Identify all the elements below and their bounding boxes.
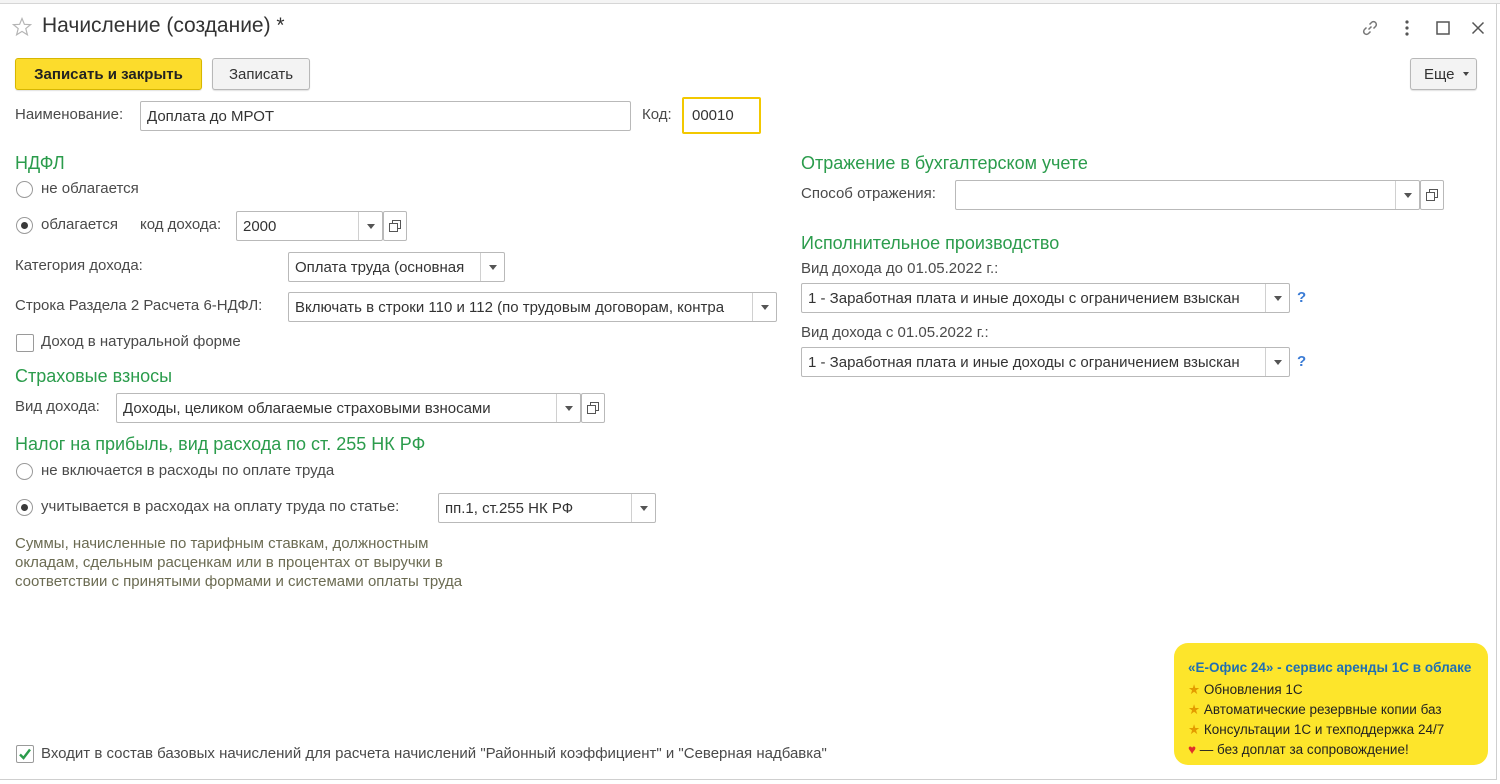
natural-form-checkbox[interactable] <box>16 334 34 352</box>
heart-icon: ♥ <box>1188 742 1197 757</box>
profit-hint-line-2: окладам, сдельным расценкам или в процен… <box>15 554 443 571</box>
section2-line-dropdown[interactable] <box>752 293 776 321</box>
profit-hint-line-1: Суммы, начисленные по тарифным ставкам, … <box>15 535 429 552</box>
star-icon: ★ <box>1188 702 1201 717</box>
promo-banner[interactable]: «Е-Офис 24» - сервис аренды 1С в облаке … <box>1174 643 1488 765</box>
income-code-open-button[interactable] <box>383 211 407 241</box>
income-category-select[interactable]: Оплата труда (основная <box>288 252 505 282</box>
chevron-down-icon <box>1462 72 1469 76</box>
section2-line-value: Включать в строки 110 и 112 (по трудовым… <box>295 298 725 316</box>
chevron-down-icon <box>564 405 573 411</box>
open-form-icon <box>587 402 599 414</box>
chevron-down-icon <box>1273 295 1282 301</box>
income-category-dropdown[interactable] <box>480 253 504 281</box>
income-category-value: Оплата труда (основная <box>295 258 465 276</box>
base-accruals-checkbox[interactable] <box>16 745 34 763</box>
ndfl-not-taxed-radio[interactable] <box>16 181 33 198</box>
enforcement-after-dropdown[interactable] <box>1265 348 1289 376</box>
chevron-down-icon <box>488 264 497 270</box>
save-button[interactable]: Записать <box>212 58 310 90</box>
income-code-dropdown[interactable] <box>358 212 382 240</box>
ndfl-taxed-label[interactable]: облагается <box>41 216 118 233</box>
star-icon: ★ <box>1188 682 1201 697</box>
chevron-down-icon <box>366 223 375 229</box>
name-value: Доплата до МРОТ <box>147 107 275 125</box>
promo-headline: «Е-Офис 24» - сервис аренды 1С в облаке <box>1188 660 1472 675</box>
close-icon[interactable] <box>1467 17 1489 39</box>
ndfl-taxed-radio[interactable] <box>16 217 33 234</box>
income-category-label: Категория дохода: <box>15 257 143 274</box>
insurance-income-type-open-button[interactable] <box>581 393 605 423</box>
natural-form-label[interactable]: Доход в натуральной форме <box>41 333 241 350</box>
checkmark-icon <box>19 748 31 760</box>
insurance-income-type-value: Доходы, целиком облагаемые страховыми вз… <box>123 399 491 417</box>
favorite-star-icon[interactable] <box>11 16 33 37</box>
accounting-section-title: Отражение в бухгалтерском учете <box>801 153 1088 173</box>
code-field[interactable]: 00010 <box>682 97 761 134</box>
income-code-field[interactable]: 2000 <box>236 211 383 241</box>
promo-item-3-text: Консультации 1С и техподдержка 24/7 <box>1203 722 1445 737</box>
accounting-method-field[interactable] <box>955 180 1420 210</box>
income-code-label: код дохода: <box>140 216 222 233</box>
save-and-close-button[interactable]: Записать и закрыть <box>15 58 202 90</box>
enforcement-before-label: Вид дохода до 01.05.2022 г.: <box>801 260 999 277</box>
enforcement-after-value: 1 - Заработная плата и иные доходы с огр… <box>808 353 1240 371</box>
promo-item-1-text: Обновления 1С <box>1203 682 1303 697</box>
name-label: Наименование: <box>15 106 124 123</box>
enforcement-before-select[interactable]: 1 - Заработная плата и иные доходы с огр… <box>801 283 1290 313</box>
enforcement-after-select[interactable]: 1 - Заработная плата и иные доходы с огр… <box>801 347 1290 377</box>
accounting-method-label: Способ отражения: <box>801 185 936 202</box>
profit-included-radio[interactable] <box>16 499 33 516</box>
enforcement-before-value: 1 - Заработная плата и иные доходы с огр… <box>808 289 1240 307</box>
insurance-income-type-dropdown[interactable] <box>556 394 580 422</box>
insurance-income-type-field[interactable]: Доходы, целиком облагаемые страховыми вз… <box>116 393 581 423</box>
open-form-icon <box>1426 189 1438 201</box>
chevron-down-icon <box>1403 192 1412 198</box>
kebab-menu-icon[interactable] <box>1396 17 1418 39</box>
promo-item-4: ♥ — без доплат за сопровождение! <box>1188 740 1478 760</box>
profit-article-dropdown[interactable] <box>631 494 655 522</box>
name-field[interactable]: Доплата до МРОТ <box>140 101 631 131</box>
maximize-icon[interactable] <box>1432 17 1454 39</box>
enforcement-section-title: Исполнительное производство <box>801 233 1060 253</box>
window-title: Начисление (создание) * <box>42 14 285 37</box>
insurance-income-type-label: Вид дохода: <box>15 398 100 415</box>
ndfl-not-taxed-label[interactable]: не облагается <box>41 180 139 197</box>
promo-item-1: ★ Обновления 1С <box>1188 680 1478 700</box>
promo-item-3: ★ Консультации 1С и техподдержка 24/7 <box>1188 720 1478 740</box>
open-form-icon <box>389 220 401 232</box>
profit-article-select[interactable]: пп.1, ст.255 НК РФ <box>438 493 656 523</box>
profit-article-value: пп.1, ст.255 НК РФ <box>445 499 574 517</box>
profit-hint-line-3: соответствии с принятыми формами и систе… <box>15 573 463 590</box>
profit-not-included-radio[interactable] <box>16 463 33 480</box>
star-icon: ★ <box>1188 722 1201 737</box>
accounting-method-open-button[interactable] <box>1420 180 1444 210</box>
enforcement-before-help-icon[interactable]: ? <box>1297 289 1306 306</box>
income-code-value: 2000 <box>243 217 277 235</box>
promo-item-4-text: — без доплат за сопровождение! <box>1199 742 1409 757</box>
promo-item-2-text: Автоматические резервные копии баз <box>1203 702 1442 717</box>
section2-line-label: Строка Раздела 2 Расчета 6-НДФЛ: <box>15 297 263 314</box>
enforcement-after-help-icon[interactable]: ? <box>1297 353 1306 370</box>
promo-item-2: ★ Автоматические резервные копии баз <box>1188 700 1478 720</box>
insurance-section-title: Страховые взносы <box>15 366 173 386</box>
chevron-down-icon <box>1273 359 1282 365</box>
profit-hint-text: Суммы, начисленные по тарифным ставкам, … <box>15 534 535 591</box>
base-accruals-label[interactable]: Входит в состав базовых начислений для р… <box>41 745 827 762</box>
accounting-method-dropdown[interactable] <box>1395 181 1419 209</box>
code-label: Код: <box>642 106 672 123</box>
enforcement-before-dropdown[interactable] <box>1265 284 1289 312</box>
link-icon[interactable] <box>1359 17 1381 39</box>
section2-line-select[interactable]: Включать в строки 110 и 112 (по трудовым… <box>288 292 777 322</box>
chevron-down-icon <box>639 505 648 511</box>
code-value: 00010 <box>692 107 734 124</box>
profit-included-label[interactable]: учитывается в расходах на оплату труда п… <box>41 498 399 515</box>
enforcement-after-label: Вид дохода с 01.05.2022 г.: <box>801 324 989 341</box>
more-button-label: Еще <box>1424 65 1455 83</box>
profit-not-included-label[interactable]: не включается в расходы по оплате труда <box>41 462 334 479</box>
ndfl-section-title: НДФЛ <box>15 153 65 173</box>
profit-tax-section-title: Налог на прибыль, вид расхода по ст. 255… <box>15 434 426 454</box>
more-button[interactable]: Еще <box>1410 58 1477 90</box>
chevron-down-icon <box>760 304 769 310</box>
